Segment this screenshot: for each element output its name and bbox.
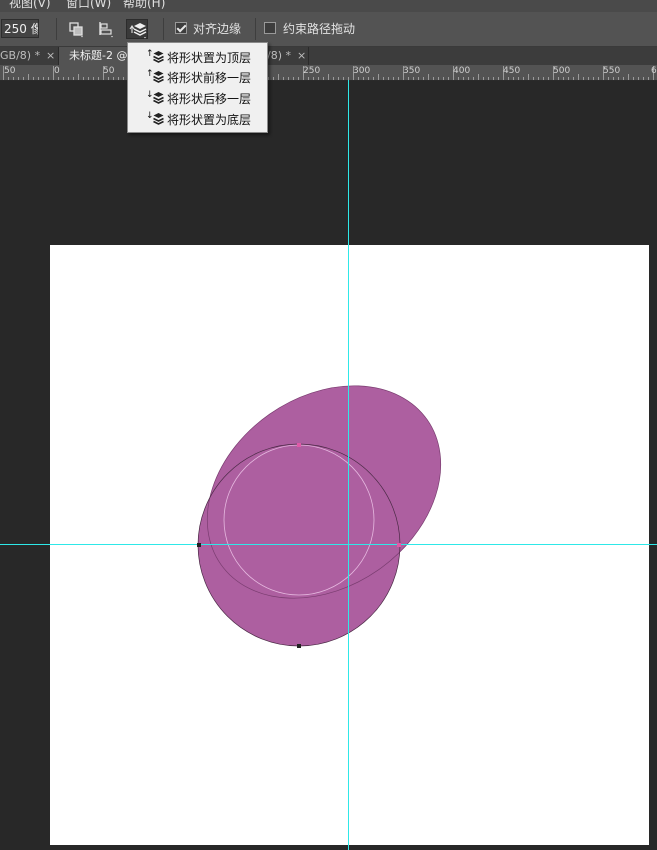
menu-item-label: 将形状前移一层: [167, 71, 252, 85]
menu-item-label: 将形状置为顶层: [167, 51, 252, 65]
anchor-point[interactable]: [197, 543, 201, 547]
layers-stack-icon: [153, 71, 164, 83]
layers-stack-icon: [153, 92, 164, 104]
shape-union[interactable]: [166, 342, 481, 646]
artwork-layer: [0, 80, 657, 850]
anchor-point[interactable]: [297, 644, 301, 648]
menu-item-send-to-back[interactable]: ↓ 将形状置为底层: [128, 108, 267, 128]
layers-stack-icon: [153, 113, 164, 125]
arrange-shapes-menu: ↑ 将形状置为顶层 ↑ 将形状前移一层 ↓ 将形状后移一层 ↓ 将形状置为底层: [127, 42, 268, 133]
menu-item-send-backward[interactable]: ↓ 将形状后移一层: [128, 87, 267, 107]
anchor-point[interactable]: [297, 443, 301, 447]
layers-stack-icon: [153, 51, 164, 63]
menu-item-label: 将形状置为底层: [167, 113, 252, 127]
menu-item-bring-to-front[interactable]: ↑ 将形状置为顶层: [128, 46, 267, 66]
anchor-point[interactable]: [397, 543, 401, 547]
menu-item-label: 将形状后移一层: [167, 92, 252, 106]
menu-item-bring-forward[interactable]: ↑ 将形状前移一层: [128, 66, 267, 86]
